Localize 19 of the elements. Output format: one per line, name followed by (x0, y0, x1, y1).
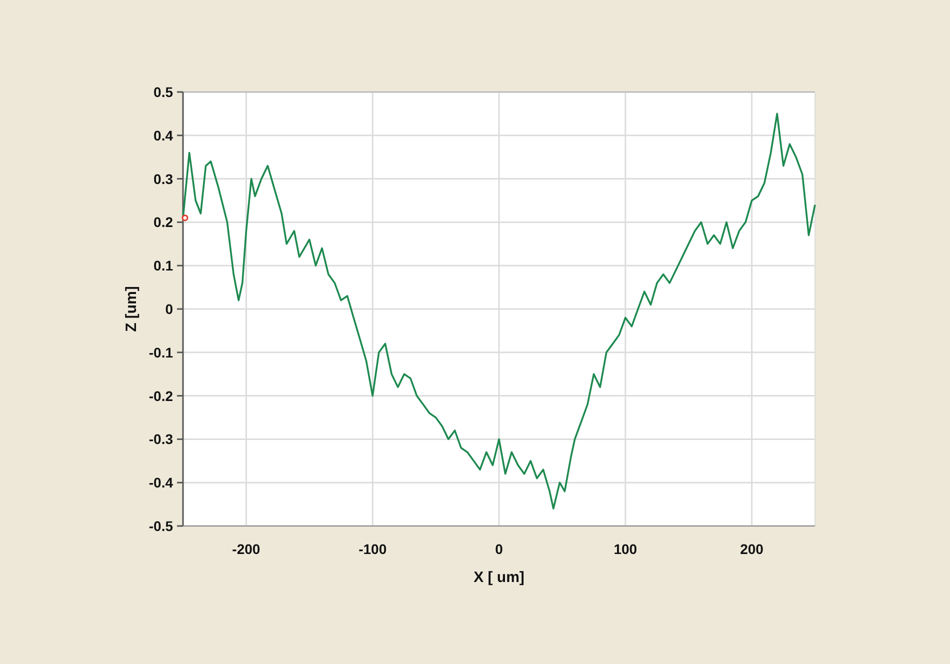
y-tick-label: -0.1 (148, 344, 173, 360)
y-tick-label: 0.3 (154, 170, 173, 187)
y-tick-label: 0.1 (154, 258, 173, 274)
y-tick-label: -0.3 (148, 431, 173, 448)
y-tick-label: -0.4 (148, 474, 173, 491)
y-tick-label: -0.2 (148, 388, 173, 404)
x-tick-label: 100 (614, 541, 638, 557)
y-tick-label: -0.5 (148, 518, 173, 534)
y-tick-label: 0.2 (154, 214, 173, 230)
cursor-marker-icon[interactable] (182, 214, 188, 222)
x-tick-label: 0 (495, 541, 503, 557)
x-tick-label: -200 (232, 541, 260, 557)
y-tick-label: 0.5 (154, 84, 173, 100)
x-axis-title: X [ um] (474, 569, 524, 586)
y-tick-label: 0 (165, 301, 173, 317)
x-tick-label: -100 (358, 541, 387, 557)
y-tick-label: 0.4 (154, 127, 173, 144)
x-tick-label: 200 (740, 541, 764, 557)
y-axis-title: Z [um] (123, 286, 140, 332)
